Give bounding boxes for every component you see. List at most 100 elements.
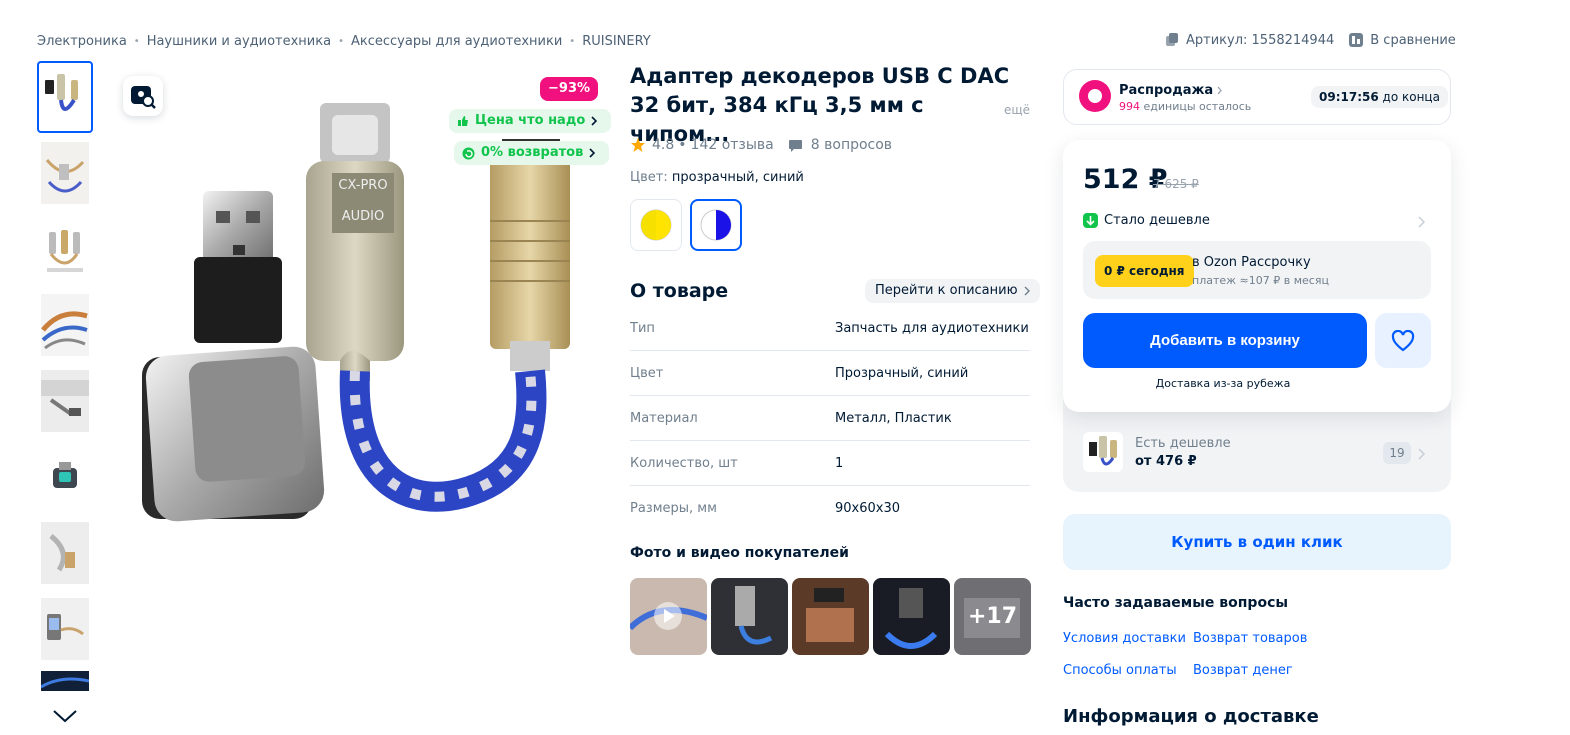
copy-icon [1166,33,1178,46]
price-down-icon [1083,212,1098,228]
breadcrumb-separator: • [133,35,140,47]
add-to-cart-button[interactable]: Добавить в корзину [1083,313,1367,368]
spec-value: 1 [835,455,844,471]
compare-button[interactable]: В сравнение [1348,32,1456,48]
returns-chip[interactable]: 0% возвратов [454,141,610,165]
color-label: Цвет: прозрачный, синий [630,170,804,185]
thumbnail[interactable] [37,669,93,693]
sale-circle-icon [1079,80,1111,112]
spec-key: Тип [630,320,655,336]
price-quality-label: Цена что надо [475,113,586,128]
rating-summary[interactable]: 4.8 • 142 отзыва 8 вопросов [630,135,892,155]
cheaper-offer-price[interactable]: от 476 ₽ [1135,454,1197,469]
customer-media-more[interactable]: +17 [954,578,1031,655]
thumbnail[interactable] [37,137,93,209]
price-dropped[interactable]: Стало дешевле [1083,210,1210,230]
thumbnail[interactable] [37,213,93,285]
reviews-count[interactable]: 142 отзыва [691,137,774,153]
delivery-note: Доставка из-за рубежа [1155,377,1291,390]
spec-row: Количество, шт 1 [630,441,1030,486]
svg-text:AUDIO: AUDIO [342,209,385,224]
spec-value: Запчасть для аудиотехники [835,320,1029,336]
cheaper-offer-label: Есть дешевле [1135,436,1231,451]
buy-one-click-button[interactable]: Купить в один клик [1063,514,1451,570]
goto-description-label: Перейти к описанию [875,283,1018,298]
questions-link[interactable]: 8 вопросов [788,137,892,153]
breadcrumb-separator: • [569,35,576,47]
cheaper-offer-thumb[interactable] [1083,432,1123,476]
customer-video[interactable] [630,578,707,655]
spec-key: Цвет [630,365,664,381]
chevron-right-icon [1418,445,1426,464]
faq-link-returns[interactable]: Возврат товаров [1193,631,1307,646]
star-icon [631,138,645,152]
installment-monthly: платеж ≈107 ₽ в месяц [1192,274,1329,287]
questions-count: 8 вопросов [810,137,893,153]
breadcrumb-item[interactable]: RUISINERY [582,34,651,49]
spec-key: Материал [630,410,698,426]
faq-link-refund[interactable]: Возврат денег [1193,663,1293,678]
sale-timer-suffix: до конца [1382,90,1440,104]
spec-value: Прозрачный, синий [835,365,969,381]
price-dropped-label: Стало дешевле [1104,212,1210,228]
chevron-right-icon [589,148,596,158]
about-heading: О товаре [630,280,729,302]
goto-description-button[interactable]: Перейти к описанию [865,279,1040,303]
chevron-right-icon [1418,213,1426,232]
faq-link-delivery[interactable]: Условия доставки [1063,631,1186,646]
color-swatch-blue[interactable] [690,199,742,251]
article-label: Артикул: 1558214944 [1186,32,1335,48]
color-caption: Цвет: [630,170,668,185]
color-value: прозрачный, синий [671,170,804,185]
discount-badge: −93% [540,77,599,101]
search-by-photo-button[interactable] [123,76,163,116]
spec-key: Количество, шт [630,455,738,471]
sale-timer: 09:17:56 до конца [1311,86,1448,108]
image-search-icon [131,86,156,109]
customer-photo[interactable] [873,578,950,655]
price-quality-chip[interactable]: Цена что надо [449,109,612,133]
breadcrumb-item[interactable]: Наушники и аудиотехника [147,34,331,49]
sale-logo [1079,80,1111,116]
breadcrumb-item[interactable]: Электроника [37,34,127,49]
specs-table: Тип Запчасть для аудиотехники Цвет Прозр… [630,306,1030,531]
thumbnails-scroll-down[interactable] [52,708,78,728]
sale-remaining-count: 994 [1119,100,1140,113]
customer-media-strip: +17 [630,578,1035,655]
thumbnail[interactable] [37,593,93,665]
more-media-count: +17 [967,604,1018,629]
article-copy[interactable]: Артикул: 1558214944 [1164,32,1334,48]
customer-photo[interactable] [711,578,788,655]
installment-today-badge: 0 ₽ сегодня [1095,255,1194,287]
cheaper-offer-count[interactable]: 19 [1383,442,1411,464]
color-swatch-yellow[interactable] [630,199,682,251]
thumbnail[interactable] [37,441,93,513]
chevron-right-icon [1024,286,1030,296]
faq-link-payment[interactable]: Способы оплаты [1063,663,1177,678]
compare-icon [1349,33,1364,47]
sale-title-text: Распродажа [1119,83,1214,98]
sale-remaining-text: единицы осталось [1143,100,1252,113]
spec-row: Тип Запчасть для аудиотехники [630,306,1030,351]
thumbs-up-icon [458,116,468,126]
svg-text:CX-PRO: CX-PRO [338,178,387,193]
favorite-button[interactable] [1375,313,1431,368]
rating-value: 4.8 [652,137,675,153]
breadcrumb-separator: • [338,35,344,47]
chat-icon [788,139,802,152]
thumbnail[interactable] [37,365,93,437]
thumbnail[interactable] [37,517,93,589]
spec-row: Размеры, мм 90x60x30 [630,486,1030,531]
title-more-link[interactable]: ещё [1004,103,1030,117]
thumbnail[interactable] [37,289,93,361]
customer-media-heading: Фото и видео покупателей [630,545,849,561]
blue-white-swatch [700,209,732,241]
return-icon [462,147,475,159]
breadcrumb-item[interactable]: Аксессуары для аудиотехники [351,34,562,49]
installment-title: в Ozon Рассрочку [1192,255,1311,270]
thumbnail[interactable] [37,61,93,133]
sale-title[interactable]: Распродажа [1119,83,1223,98]
thumbnail-strip [37,61,93,697]
yellow-white-swatch [640,209,672,241]
customer-photo[interactable] [792,578,869,655]
